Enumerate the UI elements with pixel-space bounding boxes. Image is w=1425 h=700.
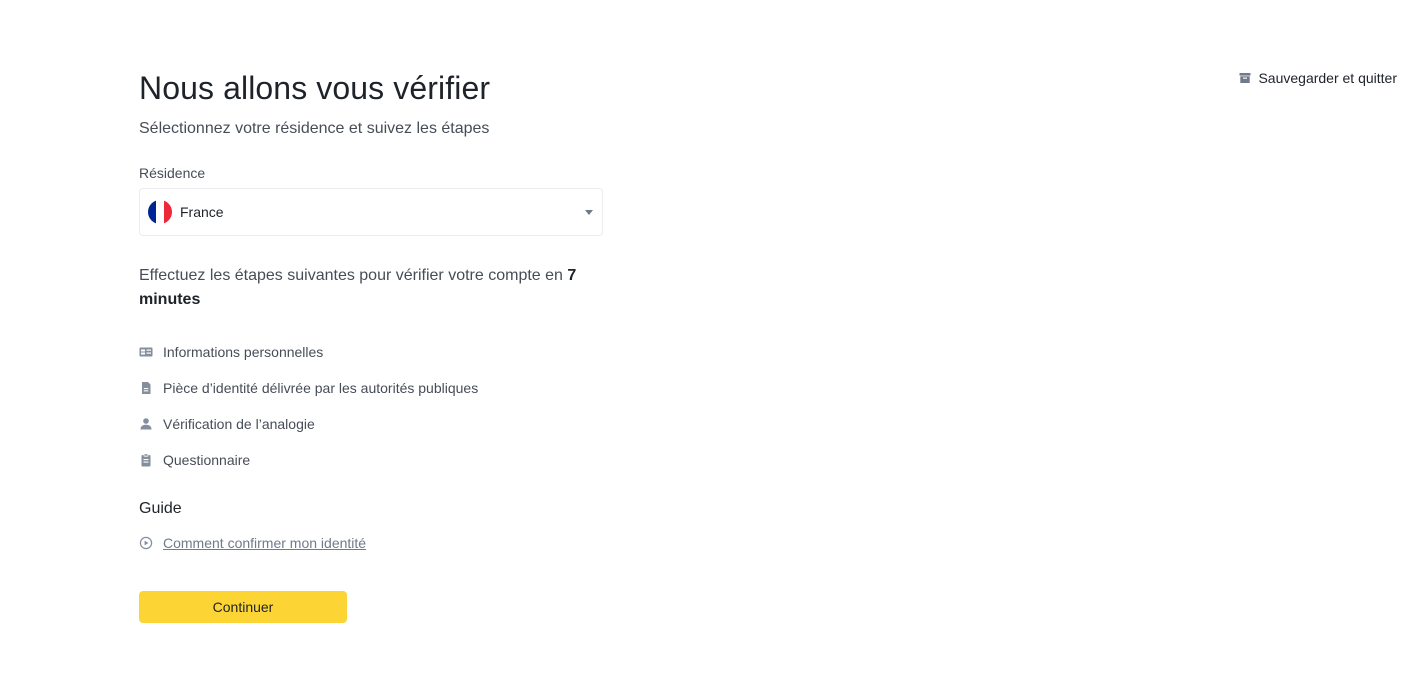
- main-content: Nous allons vous vérifier Sélectionnez v…: [139, 68, 603, 623]
- step-label: Vérification de l’analogie: [163, 416, 315, 432]
- flag-stripe-blue: [148, 200, 156, 224]
- step-label: Pièce d’identité délivrée par les autori…: [163, 380, 479, 396]
- clipboard-icon: [141, 453, 151, 467]
- save-and-quit-label: Sauvegarder et quitter: [1258, 70, 1397, 86]
- steps-intro-text: Effectuez les étapes suivantes pour véri…: [139, 267, 568, 284]
- verification-page: Sauvegarder et quitter Nous allons vous …: [0, 0, 1425, 700]
- guide-title: Guide: [139, 500, 182, 517]
- residence-label: Résidence: [139, 165, 206, 181]
- flag-stripe-red: [164, 200, 172, 224]
- person-icon: [140, 418, 152, 430]
- play-circle-icon: [139, 536, 153, 550]
- steps-intro: Effectuez les étapes suivantes pour véri…: [139, 264, 603, 312]
- step-item-liveness: Vérification de l’analogie: [139, 406, 603, 442]
- document-icon: [142, 382, 151, 394]
- save-and-quit-button[interactable]: Sauvegarder et quitter: [1239, 70, 1397, 86]
- archive-icon: [1239, 73, 1251, 83]
- step-item-id-document: Pièce d’identité délivrée par les autori…: [139, 370, 603, 406]
- continue-button[interactable]: Continuer: [139, 591, 347, 623]
- france-flag-icon: [148, 200, 172, 224]
- id-card-icon: [139, 347, 153, 357]
- residence-value: France: [180, 204, 224, 220]
- guide-link-label: Comment confirmer mon identité: [163, 535, 367, 551]
- guide-link[interactable]: Comment confirmer mon identité: [139, 535, 603, 551]
- caret-down-icon: [585, 209, 593, 215]
- step-label: Questionnaire: [163, 452, 251, 468]
- flag-stripe-white: [156, 200, 164, 224]
- step-item-questionnaire: Questionnaire: [139, 442, 603, 478]
- step-label: Informations personnelles: [163, 344, 324, 360]
- residence-select[interactable]: France: [139, 188, 603, 236]
- page-title: Nous allons vous vérifier: [139, 70, 491, 106]
- step-item-personal-info: Informations personnelles: [139, 334, 603, 370]
- steps-list: Informations personnelles Pièce d’identi…: [139, 334, 603, 478]
- page-subtitle: Sélectionnez votre résidence et suivez l…: [139, 120, 490, 137]
